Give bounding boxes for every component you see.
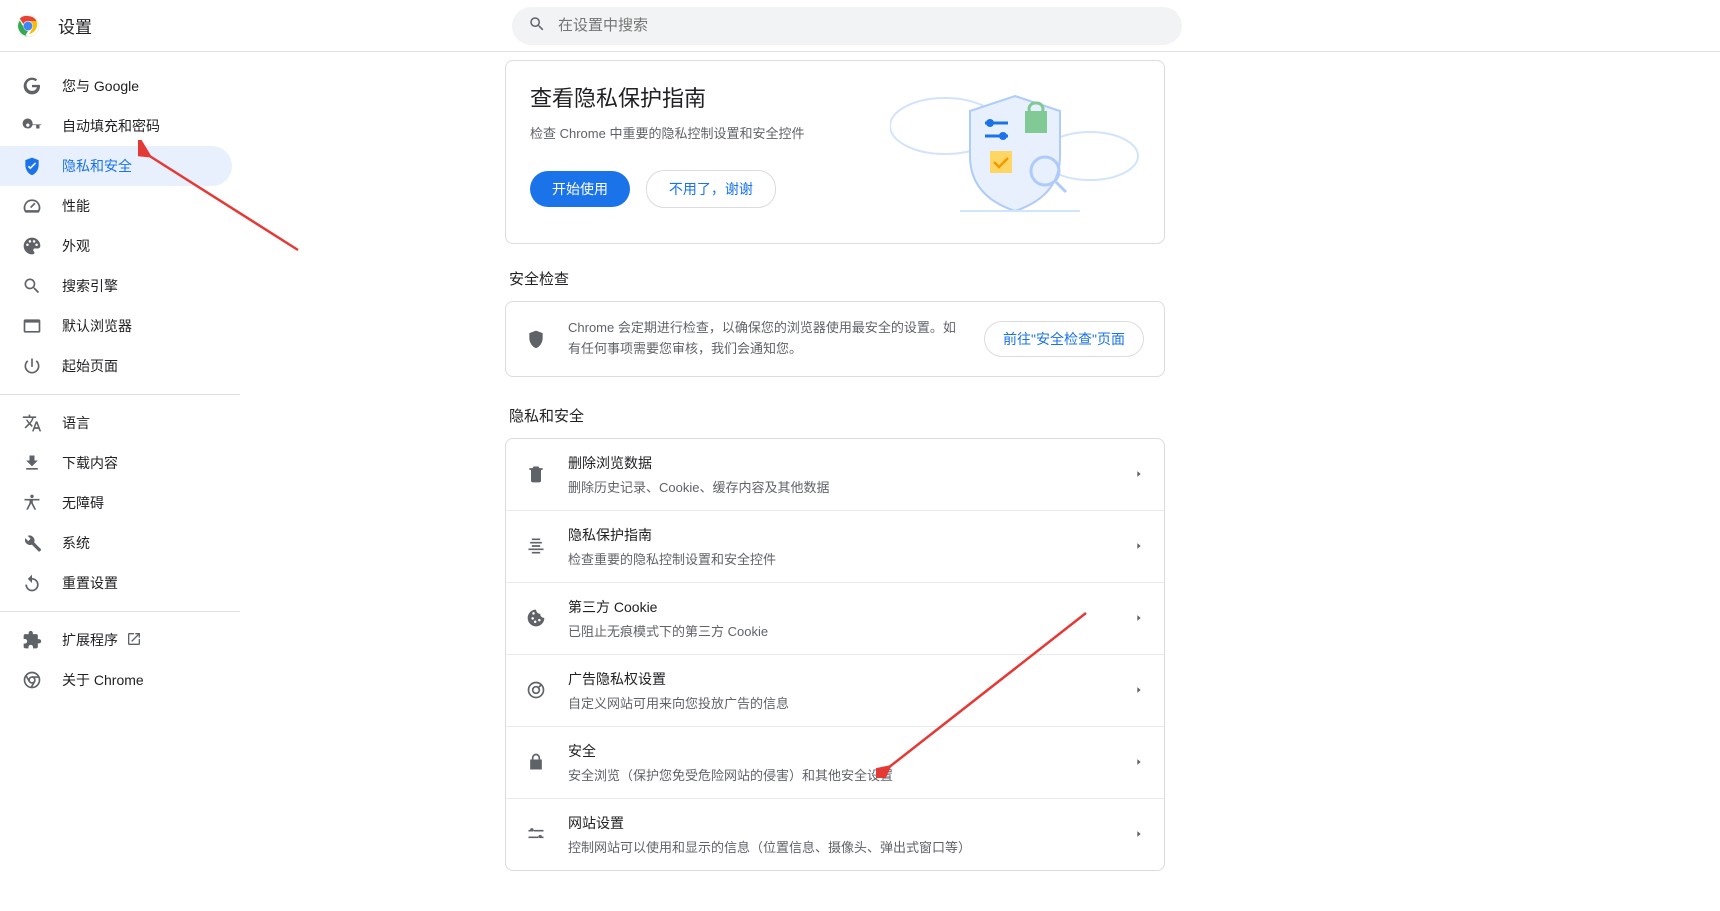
row-sub: 自定义网站可用来向您投放广告的信息: [568, 693, 1134, 712]
sidebar-item-label: 您与 Google: [62, 76, 139, 96]
row-third-party-cookies[interactable]: 第三方 Cookie 已阻止无痕模式下的第三方 Cookie: [506, 583, 1164, 655]
sidebar-item-autofill[interactable]: 自动填充和密码: [0, 106, 232, 146]
wrench-icon: [22, 533, 42, 553]
row-title: 隐私保护指南: [568, 525, 1134, 545]
sidebar: 您与 Google 自动填充和密码 隐私和安全 性能 外观 搜索引擎 默认浏览器: [0, 52, 240, 911]
row-sub: 控制网站可以使用和显示的信息（位置信息、摄像头、弹出式窗口等）: [568, 837, 1134, 856]
sidebar-item-label: 扩展程序: [62, 630, 118, 650]
reset-icon: [22, 573, 42, 593]
sidebar-item-label: 系统: [62, 533, 90, 553]
sidebar-item-appearance[interactable]: 外观: [0, 226, 232, 266]
sidebar-item-label: 外观: [62, 236, 90, 256]
privacy-guide-card: 查看隐私保护指南 检查 Chrome 中重要的隐私控制设置和安全控件 开始使用 …: [505, 60, 1165, 244]
sliders-icon: [526, 824, 546, 844]
ad-icon: [526, 680, 546, 700]
guide-title: 查看隐私保护指南: [530, 81, 890, 113]
shield-icon: [22, 156, 42, 176]
chevron-right-icon: [1134, 754, 1144, 770]
guide-subtitle: 检查 Chrome 中重要的隐私控制设置和安全控件: [530, 123, 890, 142]
search-icon: [22, 276, 42, 296]
sidebar-item-system[interactable]: 系统: [0, 523, 232, 563]
safety-check-header: 安全检查: [509, 268, 1165, 289]
sidebar-item-label: 无障碍: [62, 493, 104, 513]
key-icon: [22, 116, 42, 136]
sidebar-item-about-chrome[interactable]: 关于 Chrome: [0, 660, 232, 700]
privacy-illustration: [890, 81, 1140, 221]
page-title: 设置: [58, 13, 92, 38]
goto-safety-check-button[interactable]: 前往"安全检查"页面: [984, 321, 1144, 357]
sidebar-item-label: 关于 Chrome: [62, 670, 144, 690]
row-ad-privacy[interactable]: 广告隐私权设置自定义网站可用来向您投放广告的信息: [506, 655, 1164, 727]
power-icon: [22, 356, 42, 376]
dismiss-button[interactable]: 不用了，谢谢: [646, 170, 776, 208]
sidebar-item-label: 重置设置: [62, 573, 118, 593]
privacy-security-header: 隐私和安全: [509, 405, 1165, 426]
accessibility-icon: [22, 493, 42, 513]
sidebar-item-downloads[interactable]: 下载内容: [0, 443, 232, 483]
row-title: 删除浏览数据: [568, 453, 1134, 473]
chevron-right-icon: [1134, 538, 1144, 554]
sidebar-item-label: 隐私和安全: [62, 156, 132, 176]
chrome-logo-icon: [16, 14, 40, 38]
row-privacy-guide[interactable]: 隐私保护指南检查重要的隐私控制设置和安全控件: [506, 511, 1164, 583]
sidebar-item-on-startup[interactable]: 起始页面: [0, 346, 232, 386]
sidebar-item-label: 语言: [62, 413, 90, 433]
row-sub: 安全浏览（保护您免受危险网站的侵害）和其他安全设置: [568, 765, 1134, 784]
browser-icon: [22, 316, 42, 336]
chevron-right-icon: [1134, 826, 1144, 842]
sidebar-item-accessibility[interactable]: 无障碍: [0, 483, 232, 523]
sidebar-item-label: 起始页面: [62, 356, 118, 376]
external-link-icon: [126, 631, 142, 650]
row-title: 安全: [568, 741, 1134, 761]
start-button[interactable]: 开始使用: [530, 171, 630, 207]
divider: [0, 611, 240, 612]
sidebar-item-label: 自动填充和密码: [62, 116, 160, 136]
sidebar-item-label: 性能: [62, 196, 90, 216]
sidebar-item-performance[interactable]: 性能: [0, 186, 232, 226]
chevron-right-icon: [1134, 610, 1144, 626]
safety-check-card: Chrome 会定期进行检查，以确保您的浏览器使用最安全的设置。如有任何事项需要…: [505, 301, 1165, 377]
chevron-right-icon: [1134, 466, 1144, 482]
row-sub: 已阻止无痕模式下的第三方 Cookie: [568, 621, 1134, 640]
download-icon: [22, 453, 42, 473]
sidebar-item-extensions[interactable]: 扩展程序: [0, 620, 232, 660]
privacy-list: 删除浏览数据删除历史记录、Cookie、缓存内容及其他数据 隐私保护指南检查重要…: [505, 438, 1165, 871]
row-security[interactable]: 安全安全浏览（保护您免受危险网站的侵害）和其他安全设置: [506, 727, 1164, 799]
chevron-right-icon: [1134, 682, 1144, 698]
search-icon: [528, 15, 558, 36]
row-sub: 删除历史记录、Cookie、缓存内容及其他数据: [568, 477, 1134, 496]
guide-icon: [526, 536, 546, 556]
row-sub: 检查重要的隐私控制设置和安全控件: [568, 549, 1134, 568]
chrome-outline-icon: [22, 670, 42, 690]
row-clear-browsing-data[interactable]: 删除浏览数据删除历史记录、Cookie、缓存内容及其他数据: [506, 439, 1164, 511]
row-site-settings[interactable]: 网站设置控制网站可以使用和显示的信息（位置信息、摄像头、弹出式窗口等）: [506, 799, 1164, 870]
sidebar-item-reset[interactable]: 重置设置: [0, 563, 232, 603]
search-input[interactable]: [558, 17, 1166, 34]
safety-check-desc: Chrome 会定期进行检查，以确保您的浏览器使用最安全的设置。如有任何事项需要…: [568, 318, 984, 360]
sidebar-item-label: 搜索引擎: [62, 276, 118, 296]
row-title: 广告隐私权设置: [568, 669, 1134, 689]
trash-icon: [526, 464, 546, 484]
shield-icon: [526, 329, 546, 349]
sidebar-item-default-browser[interactable]: 默认浏览器: [0, 306, 232, 346]
lock-icon: [526, 752, 546, 772]
speedometer-icon: [22, 196, 42, 216]
row-title: 第三方 Cookie: [568, 597, 1134, 617]
sidebar-item-privacy-security[interactable]: 隐私和安全: [0, 146, 232, 186]
palette-icon: [22, 236, 42, 256]
sidebar-item-label: 下载内容: [62, 453, 118, 473]
sidebar-item-search-engine[interactable]: 搜索引擎: [0, 266, 232, 306]
sidebar-item-languages[interactable]: 语言: [0, 403, 232, 443]
translate-icon: [22, 413, 42, 433]
google-g-icon: [22, 76, 42, 96]
row-title: 网站设置: [568, 813, 1134, 833]
divider: [0, 394, 240, 395]
sidebar-item-label: 默认浏览器: [62, 316, 132, 336]
sidebar-item-you-and-google[interactable]: 您与 Google: [0, 66, 232, 106]
extension-icon: [22, 630, 42, 650]
search-bar[interactable]: [512, 7, 1182, 45]
cookie-icon: [526, 608, 546, 628]
